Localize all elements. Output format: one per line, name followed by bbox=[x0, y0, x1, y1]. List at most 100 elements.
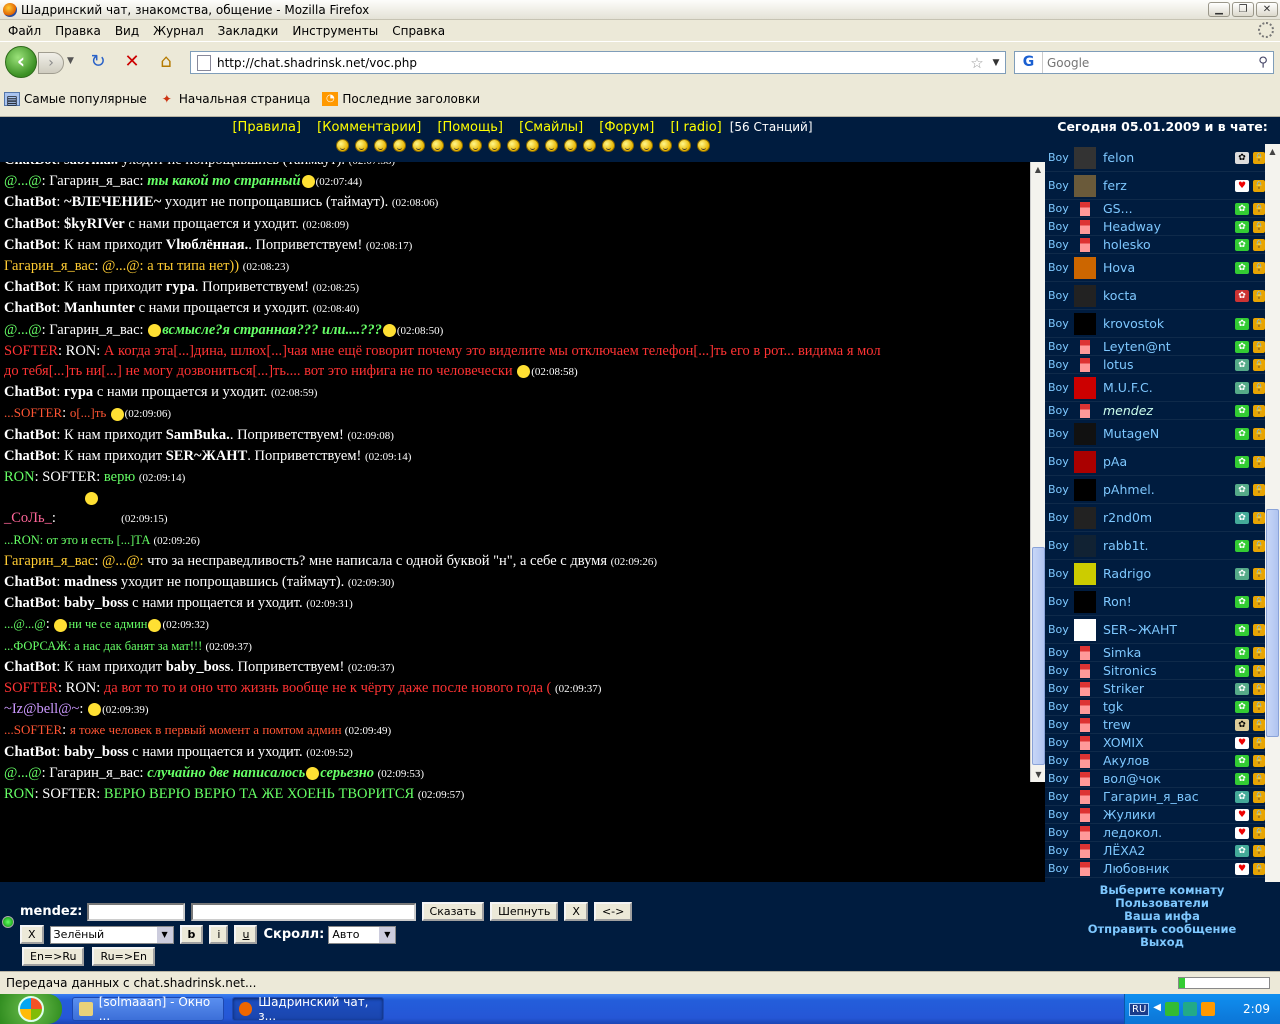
user-row[interactable]: Boy MutageN ✿ 🔒 bbox=[1045, 420, 1265, 448]
user-name[interactable]: Leyten@nt bbox=[1097, 339, 1235, 354]
smiley-icon[interactable] bbox=[506, 139, 520, 152]
smiley-icon[interactable] bbox=[525, 139, 539, 152]
chevron-left-icon[interactable]: ◀ bbox=[1153, 1002, 1161, 1016]
message-author[interactable]: @...@ bbox=[4, 173, 42, 189]
smiley-icon[interactable] bbox=[354, 139, 368, 152]
user-row[interactable]: Boy M.U.F.C. ✿ 🔒 bbox=[1045, 374, 1265, 402]
avatar[interactable] bbox=[1073, 842, 1097, 859]
user-name[interactable]: lotus bbox=[1097, 357, 1235, 372]
chat-scrollbar[interactable]: ▲ ▼ bbox=[1030, 162, 1045, 782]
lock-icon[interactable]: 🔒 bbox=[1253, 539, 1265, 552]
user-row[interactable]: Boy GS... ✿ 🔒 bbox=[1045, 200, 1265, 218]
user-name[interactable]: pAhmel. bbox=[1097, 482, 1235, 497]
user-name[interactable]: r2nd0m bbox=[1097, 510, 1235, 525]
smiley-icon[interactable] bbox=[658, 139, 672, 152]
user-row[interactable]: Boy вол@чок ✿ 🔒 bbox=[1045, 770, 1265, 788]
lock-icon[interactable]: 🔒 bbox=[1253, 646, 1265, 659]
avatar[interactable] bbox=[1073, 144, 1097, 171]
home-icon[interactable]: ⌂ bbox=[156, 52, 176, 72]
avatar[interactable] bbox=[1073, 338, 1097, 355]
smiley-icon[interactable] bbox=[373, 139, 387, 152]
user-name[interactable]: Гагарин_я_вас bbox=[1097, 789, 1235, 804]
message-author[interactable]: @...@ bbox=[4, 765, 42, 781]
user-row[interactable]: Boy tgk ✿ 🔒 bbox=[1045, 698, 1265, 716]
lock-icon[interactable]: 🔒 bbox=[1253, 261, 1265, 274]
avatar[interactable] bbox=[1073, 680, 1097, 697]
avatar[interactable] bbox=[1073, 788, 1097, 805]
swap-button[interactable]: <-> bbox=[593, 902, 633, 921]
smiley-icon[interactable] bbox=[582, 139, 596, 152]
lock-icon[interactable]: 🔒 bbox=[1253, 340, 1265, 353]
user-row[interactable]: Boy lotus ✿ 🔒 bbox=[1045, 356, 1265, 374]
italic-button[interactable]: i bbox=[209, 925, 229, 944]
user-name[interactable]: Любовник bbox=[1097, 861, 1235, 876]
avatar[interactable] bbox=[1073, 532, 1097, 559]
avatar[interactable] bbox=[1073, 504, 1097, 531]
user-name[interactable]: ferz bbox=[1097, 178, 1235, 193]
menu-edit[interactable]: Правка bbox=[55, 24, 101, 38]
lock-icon[interactable]: 🔒 bbox=[1253, 202, 1265, 215]
say-button[interactable]: Сказать bbox=[421, 902, 485, 921]
maximize-button[interactable]: ❐ bbox=[1232, 2, 1254, 17]
lock-icon[interactable]: 🔒 bbox=[1253, 179, 1265, 192]
avatar[interactable] bbox=[1073, 448, 1097, 475]
lock-icon[interactable]: 🔒 bbox=[1253, 682, 1265, 695]
smiley-icon[interactable] bbox=[544, 139, 558, 152]
user-name[interactable]: Simka bbox=[1097, 645, 1235, 660]
smiley-icon[interactable] bbox=[411, 139, 425, 152]
bookmark-home[interactable]: ✦ Начальная страница bbox=[159, 92, 311, 106]
avatar[interactable] bbox=[1073, 644, 1097, 661]
message-author[interactable]: _СоЛь_ bbox=[4, 510, 52, 526]
message-author[interactable]: @...@ bbox=[4, 322, 42, 338]
message-author[interactable]: ChatBot bbox=[4, 162, 56, 168]
message-author[interactable]: ChatBot bbox=[4, 427, 56, 443]
close-button[interactable]: ✕ bbox=[1256, 2, 1278, 17]
media-player-icon[interactable] bbox=[1200, 1002, 1215, 1016]
message-author[interactable]: ChatBot bbox=[4, 448, 56, 464]
underline-button[interactable]: u bbox=[234, 925, 258, 944]
lock-icon[interactable]: 🔒 bbox=[1253, 862, 1265, 875]
user-list-scrollbar[interactable]: ▲ bbox=[1265, 144, 1280, 882]
user-name[interactable]: вол@чок bbox=[1097, 771, 1235, 786]
message-author[interactable] bbox=[4, 490, 84, 506]
user-name[interactable]: holesko bbox=[1097, 237, 1235, 252]
help-link[interactable]: [Помощь] bbox=[437, 120, 503, 135]
smiley-icon[interactable] bbox=[468, 139, 482, 152]
smiley-icon[interactable] bbox=[601, 139, 615, 152]
avatar[interactable] bbox=[1073, 374, 1097, 401]
user-row[interactable]: Boy Любовник ♥ 🔒 bbox=[1045, 860, 1265, 878]
user-name[interactable]: Hova bbox=[1097, 260, 1235, 275]
user-name[interactable]: pAa bbox=[1097, 454, 1235, 469]
avatar[interactable] bbox=[1073, 734, 1097, 751]
user-row[interactable]: Boy mendez ✿ 🔒 bbox=[1045, 402, 1265, 420]
menu-history[interactable]: Журнал bbox=[153, 24, 204, 38]
lock-icon[interactable]: 🔒 bbox=[1253, 808, 1265, 821]
message-author[interactable]: ...@...@ bbox=[4, 617, 46, 631]
user-row[interactable]: Boy Ron! ✿ 🔒 bbox=[1045, 588, 1265, 616]
avatar[interactable] bbox=[1073, 476, 1097, 503]
scroll-up-icon[interactable]: ▲ bbox=[1265, 144, 1280, 159]
lock-icon[interactable]: 🔒 bbox=[1253, 220, 1265, 233]
user-name[interactable]: Sitronics bbox=[1097, 663, 1235, 678]
reload-icon[interactable]: ↻ bbox=[88, 52, 108, 72]
menu-bookmarks[interactable]: Закладки bbox=[218, 24, 279, 38]
user-name[interactable]: kocta bbox=[1097, 288, 1235, 303]
message-author[interactable]: ...ФОРСАЖ bbox=[4, 639, 67, 653]
avatar[interactable] bbox=[1073, 420, 1097, 447]
message-author[interactable]: ChatBot bbox=[4, 574, 56, 590]
user-row[interactable]: Boy ferz ♥ 🔒 bbox=[1045, 172, 1265, 200]
user-name[interactable]: felon bbox=[1097, 150, 1235, 165]
avatar[interactable] bbox=[1073, 770, 1097, 787]
avatar[interactable] bbox=[1073, 172, 1097, 199]
lock-icon[interactable]: 🔒 bbox=[1253, 427, 1265, 440]
menu-tools[interactable]: Инструменты bbox=[292, 24, 378, 38]
language-indicator[interactable]: RU bbox=[1129, 1002, 1150, 1016]
user-row[interactable]: Boy ЛЁХА2 ✿ 🔒 bbox=[1045, 842, 1265, 860]
bookmark-star-icon[interactable]: ☆ bbox=[967, 54, 987, 72]
message-author[interactable]: ...RON bbox=[4, 533, 40, 547]
lock-icon[interactable]: 🔒 bbox=[1253, 844, 1265, 857]
lock-icon[interactable]: 🔒 bbox=[1253, 623, 1265, 636]
history-dropdown-icon[interactable]: ▼ bbox=[67, 56, 74, 66]
user-name[interactable]: Striker bbox=[1097, 681, 1235, 696]
menu-view[interactable]: Вид bbox=[115, 24, 139, 38]
